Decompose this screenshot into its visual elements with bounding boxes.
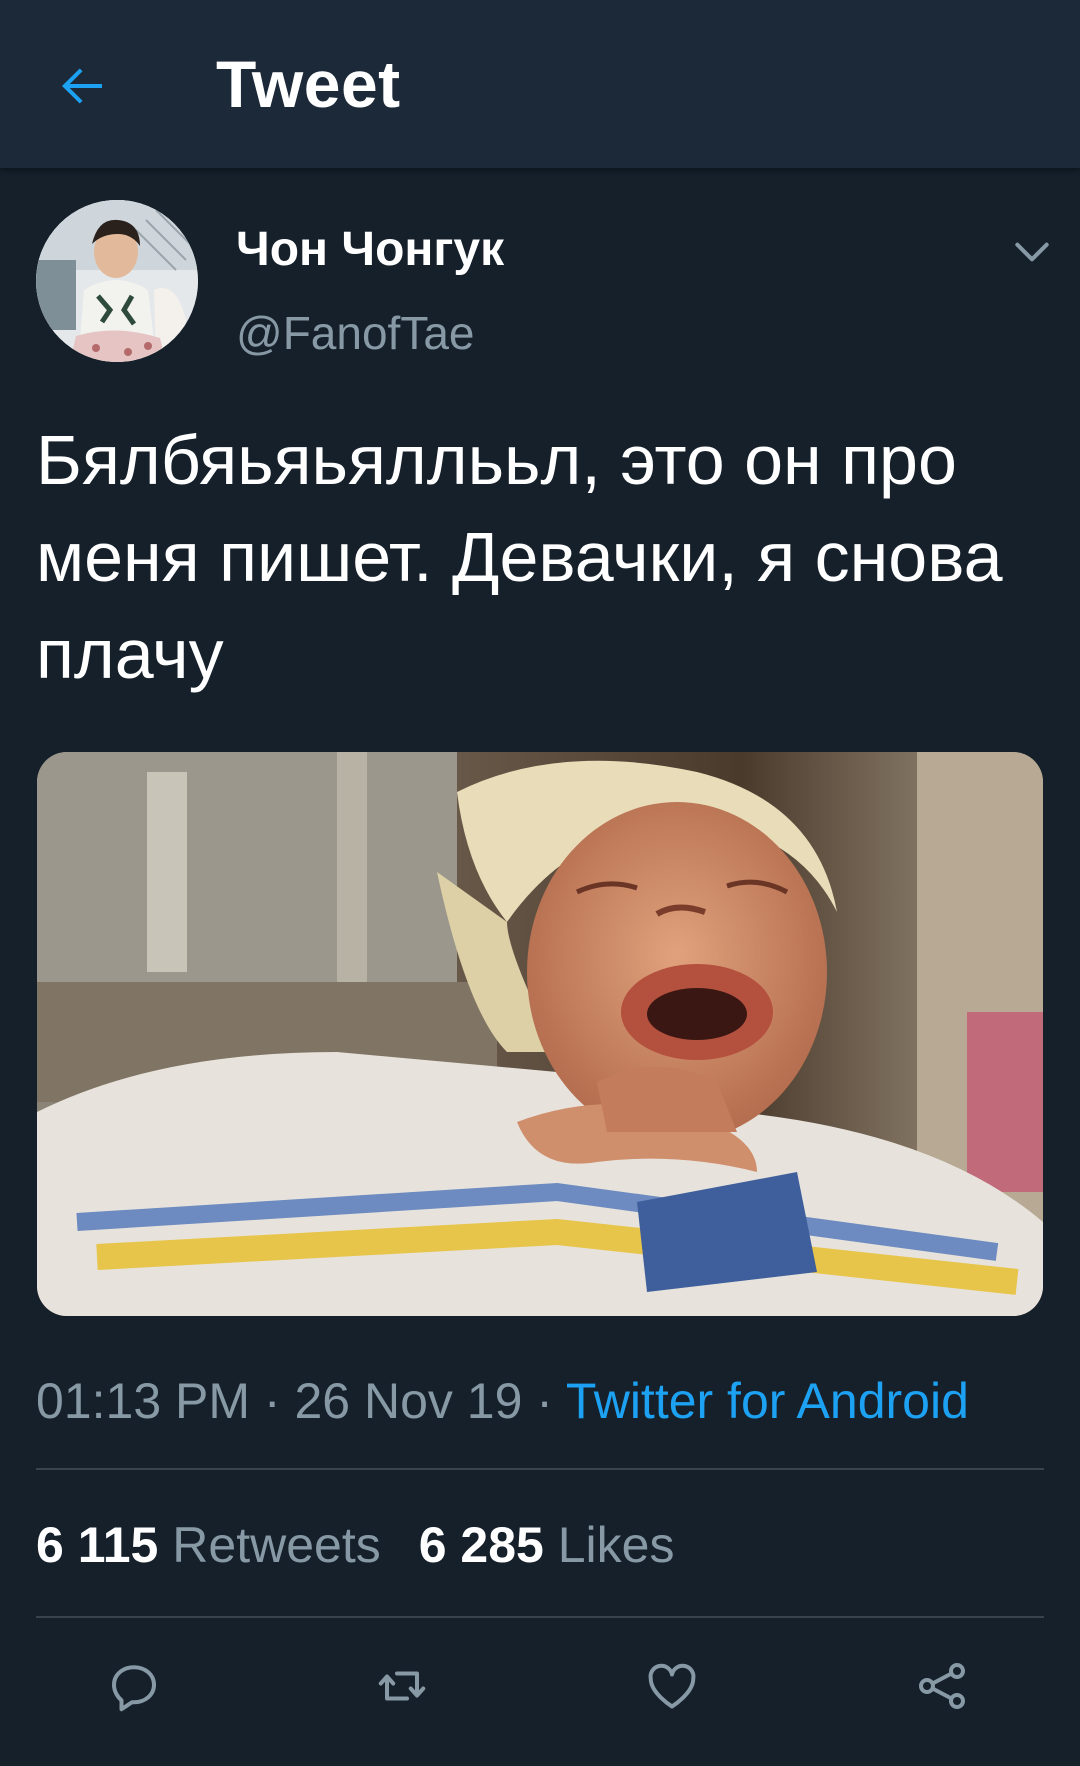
divider	[36, 1468, 1044, 1470]
tweet-text: Бялбяьяьяллььл, это он про меня пишет. Д…	[36, 421, 1003, 693]
back-button[interactable]	[52, 56, 112, 116]
tweet-timestamp-line: 01:13 PM · 26 Nov 19 · Twitter for Andro…	[36, 1372, 969, 1430]
retweets-label: Retweets	[172, 1517, 381, 1573]
meta-separator: ·	[522, 1373, 566, 1429]
likes-label: Likes	[557, 1517, 675, 1573]
likes-count: 6 285	[418, 1517, 544, 1573]
tweet-date: 26 Nov 19	[294, 1373, 523, 1429]
share-icon	[918, 1662, 966, 1710]
retweets-stat[interactable]: 6 115 Retweets	[36, 1517, 381, 1573]
reply-icon	[112, 1665, 156, 1712]
tweet-media-image[interactable]	[37, 752, 1043, 1316]
heart-icon	[648, 1663, 696, 1709]
likes-stat[interactable]: 6 285 Likes	[419, 1517, 675, 1573]
author-name[interactable]: Чон Чонгук	[236, 222, 504, 277]
tweet-stats: 6 115 Retweets 6 285 Likes	[36, 1516, 674, 1574]
retweets-count: 6 115	[36, 1517, 159, 1573]
avatar-photo	[36, 200, 198, 362]
chevron-down-icon	[1015, 242, 1049, 262]
crying-woman-photo	[37, 752, 1043, 1316]
reply-button[interactable]	[104, 1656, 164, 1716]
tweet-source-link[interactable]: Twitter for Android	[566, 1373, 969, 1429]
retweet-button[interactable]	[372, 1656, 432, 1716]
top-app-bar: Tweet	[0, 0, 1080, 168]
share-button[interactable]	[912, 1656, 972, 1716]
meta-separator: ·	[250, 1373, 295, 1429]
arrow-left-icon	[62, 68, 102, 104]
more-options-button[interactable]	[1010, 230, 1054, 274]
avatar[interactable]	[36, 200, 198, 362]
like-button[interactable]	[642, 1656, 702, 1716]
tweet-time: 01:13 PM	[36, 1373, 251, 1429]
retweet-icon	[378, 1671, 426, 1701]
divider	[36, 1616, 1044, 1618]
page-title: Tweet	[216, 47, 401, 121]
author-handle[interactable]: @FanofTae	[236, 306, 475, 360]
